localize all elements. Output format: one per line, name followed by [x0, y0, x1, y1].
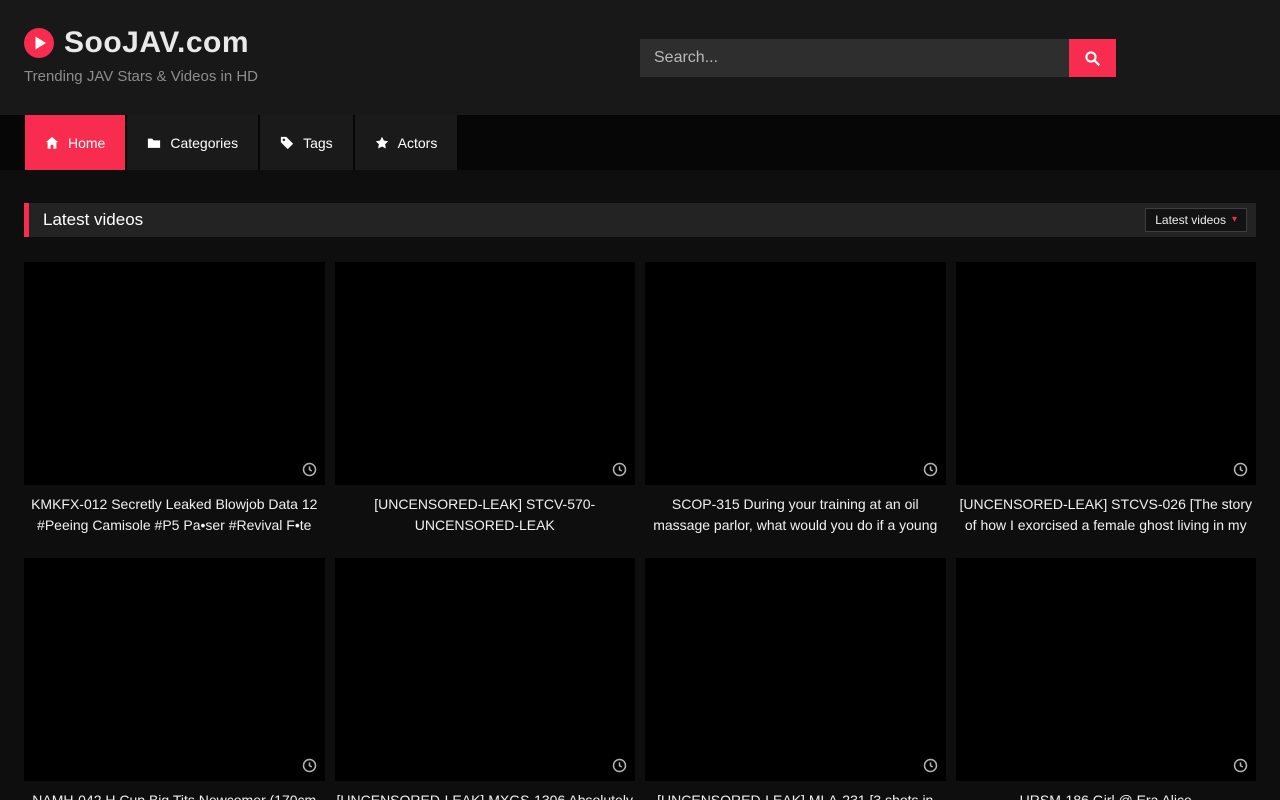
video-card[interactable]: KMKFX-012 Secretly Leaked Blowjob Data 1…: [24, 262, 325, 536]
search-bar: [640, 39, 1116, 77]
video-title[interactable]: NAMH-042 H Cup Big Tits Newcomer (170cm …: [26, 790, 323, 800]
search-icon: [1084, 50, 1101, 67]
video-card[interactable]: URSM-186 Girl @ Era Alice: [956, 558, 1257, 800]
section-title: Latest videos: [43, 210, 143, 230]
video-grid: KMKFX-012 Secretly Leaked Blowjob Data 1…: [24, 262, 1256, 800]
clock-icon: [302, 758, 317, 773]
tag-icon: [280, 136, 294, 150]
video-thumbnail[interactable]: [956, 558, 1257, 781]
video-thumbnail[interactable]: [24, 262, 325, 485]
nav-item-actors[interactable]: Actors: [355, 115, 458, 170]
video-title[interactable]: URSM-186 Girl @ Era Alice: [958, 790, 1255, 800]
nav-item-label: Actors: [398, 135, 438, 151]
play-logo-icon: [24, 28, 54, 58]
video-card[interactable]: [UNCENSORED-LEAK] STCVS-026 [The story o…: [956, 262, 1257, 536]
site-name: SooJAV.com: [64, 26, 249, 60]
video-title[interactable]: [UNCENSORED-LEAK] STCV-570-UNCENSORED-LE…: [337, 494, 634, 536]
site-header: SooJAV.com Trending JAV Stars & Videos i…: [0, 0, 1280, 115]
main-nav: Home Categories Tags Actors: [0, 115, 1280, 170]
star-icon: [375, 136, 389, 150]
chevron-down-icon: ▾: [1232, 215, 1237, 225]
nav-item-categories[interactable]: Categories: [127, 115, 258, 170]
home-icon: [45, 136, 59, 150]
section-header: Latest videos Latest videos ▾: [24, 203, 1256, 237]
nav-item-home[interactable]: Home: [25, 115, 125, 170]
video-card[interactable]: [UNCENSORED-LEAK] MLA-231 [3 shots in: [645, 558, 946, 800]
clock-icon: [612, 758, 627, 773]
video-title[interactable]: [UNCENSORED-LEAK] MXGS-1306 Absolutely: [337, 790, 634, 800]
clock-icon: [1233, 758, 1248, 773]
nav-item-label: Home: [68, 135, 105, 151]
video-thumbnail[interactable]: [24, 558, 325, 781]
search-input[interactable]: [640, 39, 1069, 77]
video-card[interactable]: SCOP-315 During your training at an oil …: [645, 262, 946, 536]
video-thumbnail[interactable]: [645, 262, 946, 485]
video-title[interactable]: SCOP-315 During your training at an oil …: [647, 494, 944, 536]
nav-item-label: Tags: [303, 135, 333, 151]
video-card[interactable]: [UNCENSORED-LEAK] STCV-570-UNCENSORED-LE…: [335, 262, 636, 536]
clock-icon: [612, 462, 627, 477]
clock-icon: [923, 462, 938, 477]
video-thumbnail[interactable]: [335, 558, 636, 781]
video-title[interactable]: [UNCENSORED-LEAK] STCVS-026 [The story o…: [958, 494, 1255, 536]
site-logo[interactable]: SooJAV.com Trending JAV Stars & Videos i…: [24, 26, 258, 85]
video-thumbnail[interactable]: [956, 262, 1257, 485]
nav-item-label: Categories: [170, 135, 238, 151]
video-title[interactable]: KMKFX-012 Secretly Leaked Blowjob Data 1…: [26, 494, 323, 536]
search-button[interactable]: [1069, 39, 1116, 77]
clock-icon: [302, 462, 317, 477]
video-thumbnail[interactable]: [645, 558, 946, 781]
site-tagline: Trending JAV Stars & Videos in HD: [24, 68, 258, 85]
sort-dropdown-label: Latest videos: [1155, 213, 1226, 227]
sort-dropdown[interactable]: Latest videos ▾: [1145, 208, 1247, 232]
video-card[interactable]: [UNCENSORED-LEAK] MXGS-1306 Absolutely: [335, 558, 636, 800]
clock-icon: [1233, 462, 1248, 477]
nav-item-tags[interactable]: Tags: [260, 115, 353, 170]
video-thumbnail[interactable]: [335, 262, 636, 485]
video-title[interactable]: [UNCENSORED-LEAK] MLA-231 [3 shots in: [647, 790, 944, 800]
clock-icon: [923, 758, 938, 773]
video-card[interactable]: NAMH-042 H Cup Big Tits Newcomer (170cm …: [24, 558, 325, 800]
folder-icon: [147, 136, 161, 150]
